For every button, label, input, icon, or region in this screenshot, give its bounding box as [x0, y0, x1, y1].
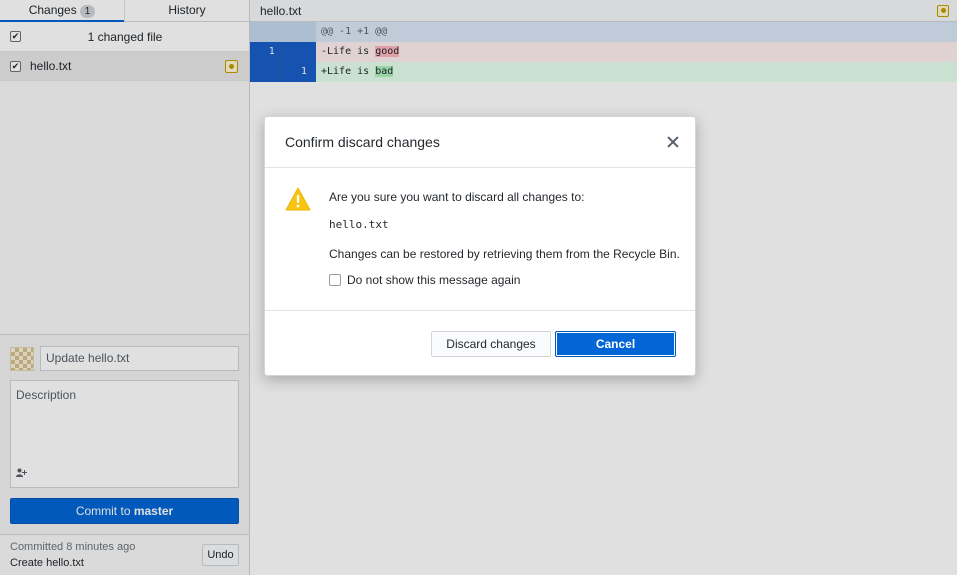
close-icon[interactable] — [665, 134, 681, 150]
dialog-file-name: hello.txt — [329, 218, 389, 231]
dialog-footer: Discard changes Cancel — [265, 310, 695, 376]
dont-show-again-option[interactable]: Do not show this message again — [329, 273, 520, 287]
dialog-body: Are you sure you want to discard all cha… — [265, 169, 695, 309]
dont-show-again-checkbox[interactable] — [329, 274, 341, 286]
dialog-title: Confirm discard changes — [285, 134, 440, 150]
discard-changes-button[interactable]: Discard changes — [431, 331, 551, 357]
warning-icon — [285, 187, 311, 211]
cancel-button[interactable]: Cancel — [555, 331, 676, 357]
confirm-discard-dialog: Confirm discard changes Are you sure you… — [264, 116, 696, 376]
dont-show-again-label: Do not show this message again — [347, 273, 521, 287]
dialog-restore-note: Changes can be restored by retrieving th… — [329, 247, 680, 261]
dialog-header: Confirm discard changes — [265, 117, 695, 168]
dialog-question: Are you sure you want to discard all cha… — [329, 190, 585, 204]
